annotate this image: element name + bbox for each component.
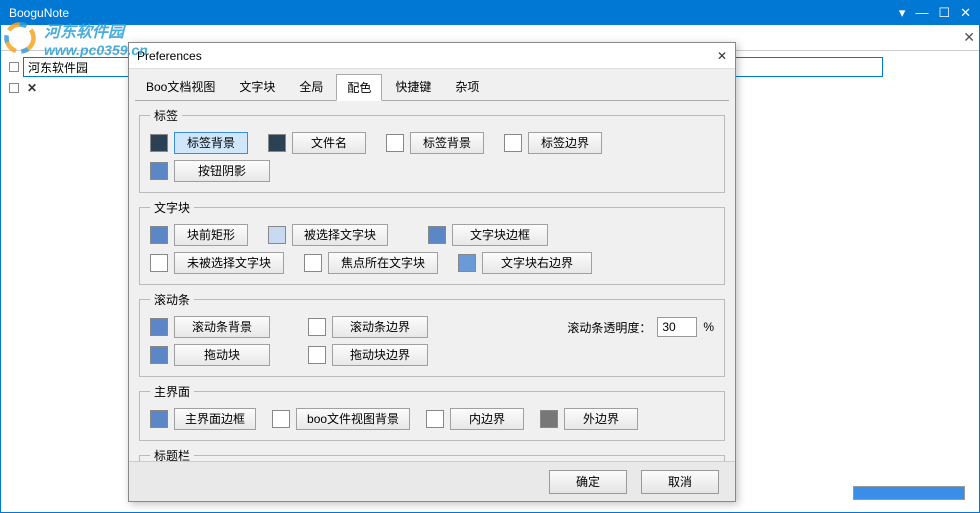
btn-rborder[interactable]: 文字块右边界	[482, 252, 592, 274]
swatch-scroll-border[interactable]	[308, 318, 326, 336]
btn-filename[interactable]: 文件名	[292, 132, 366, 154]
btn-boo-bg[interactable]: boo文件视图背景	[296, 408, 410, 430]
group-titlebar: 标题栏 标题栏文字 标题栏按钮	[139, 447, 725, 461]
preferences-dialog: Preferences ✕ Boo文档视图 文字块 全局 配色 快捷键 杂项 标…	[128, 42, 736, 502]
ok-button[interactable]: 确定	[549, 470, 627, 494]
btn-tb-border[interactable]: 文字块边框	[452, 224, 548, 246]
swatch-unselected[interactable]	[150, 254, 168, 272]
legend-tags: 标签	[150, 107, 182, 124]
legend-textblock: 文字块	[150, 199, 194, 216]
label-scroll-opacity: 滚动条透明度：	[567, 319, 651, 336]
swatch-btn-shadow[interactable]	[150, 162, 168, 180]
btn-focus[interactable]: 焦点所在文字块	[328, 252, 438, 274]
btn-unselected[interactable]: 未被选择文字块	[174, 252, 284, 274]
dialog-footer: 确定 取消	[129, 461, 735, 501]
input-scroll-opacity[interactable]	[657, 317, 697, 337]
swatch-inner[interactable]	[426, 410, 444, 428]
btn-tag-bg[interactable]: 标签背景	[174, 132, 248, 154]
tab-shortcuts[interactable]: 快捷键	[384, 73, 442, 100]
dropdown-icon[interactable]: ▾	[899, 5, 906, 21]
main-title: BooguNote	[9, 6, 69, 20]
btn-scroll-border[interactable]: 滚动条边界	[332, 316, 428, 338]
swatch-rborder[interactable]	[458, 254, 476, 272]
btn-prerect[interactable]: 块前矩形	[174, 224, 248, 246]
legend-titlebar: 标题栏	[150, 447, 194, 461]
tab-close-icon[interactable]: ✕	[963, 29, 975, 46]
minimize-icon[interactable]: —	[915, 5, 928, 21]
group-tags: 标签 标签背景 文件名 标签背景 标签边界 按钮阴影	[139, 107, 725, 193]
tab-color-scheme[interactable]: 配色	[336, 74, 382, 101]
checkbox[interactable]	[9, 83, 19, 93]
progress-bar	[853, 486, 965, 500]
maximize-icon[interactable]: ☐	[938, 5, 950, 21]
group-textblock: 文字块 块前矩形 被选择文字块 文字块边框 未被选择文字块 焦点所在文字块 文字…	[139, 199, 725, 285]
swatch-outer[interactable]	[540, 410, 558, 428]
swatch-tb-border[interactable]	[428, 226, 446, 244]
dialog-titlebar: Preferences ✕	[129, 43, 735, 69]
swatch-prerect[interactable]	[150, 226, 168, 244]
btn-thumb-border[interactable]: 拖动块边界	[332, 344, 428, 366]
tab-boo-doc-view[interactable]: Boo文档视图	[135, 73, 226, 100]
btn-outer[interactable]: 外边界	[564, 408, 638, 430]
swatch-selected[interactable]	[268, 226, 286, 244]
btn-tag-bg2[interactable]: 标签背景	[410, 132, 484, 154]
swatch-scroll-bg[interactable]	[150, 318, 168, 336]
dialog-close-icon[interactable]: ✕	[717, 49, 727, 63]
btn-thumb[interactable]: 拖动块	[174, 344, 270, 366]
swatch-focus[interactable]	[304, 254, 322, 272]
legend-main: 主界面	[150, 383, 194, 400]
checkbox[interactable]	[9, 62, 19, 72]
swatch-tag-bg2[interactable]	[386, 134, 404, 152]
group-scroll: 滚动条 滚动条背景 滚动条边界 滚动条透明度： % 拖动块 拖动块边界	[139, 291, 725, 377]
swatch-main-border[interactable]	[150, 410, 168, 428]
tab-misc[interactable]: 杂项	[444, 73, 490, 100]
close-icon[interactable]: ✕	[960, 5, 971, 21]
btn-scroll-bg[interactable]: 滚动条背景	[174, 316, 270, 338]
window-controls: ▾ — ☐ ✕	[899, 5, 971, 21]
swatch-tag-bg[interactable]	[150, 134, 168, 152]
legend-scroll: 滚动条	[150, 291, 194, 308]
dialog-tabs: Boo文档视图 文字块 全局 配色 快捷键 杂项	[129, 69, 735, 100]
swatch-tag-border[interactable]	[504, 134, 522, 152]
btn-main-border[interactable]: 主界面边框	[174, 408, 256, 430]
tab-global[interactable]: 全局	[288, 73, 334, 100]
dialog-body: 标签 标签背景 文件名 标签背景 标签边界 按钮阴影 文字块	[129, 101, 735, 461]
tab-text-block[interactable]: 文字块	[228, 73, 286, 100]
cancel-button[interactable]: 取消	[641, 470, 719, 494]
group-maininterface: 主界面 主界面边框 boo文件视图背景 内边界 外边界	[139, 383, 725, 441]
swatch-boo-bg[interactable]	[272, 410, 290, 428]
btn-tag-border[interactable]: 标签边界	[528, 132, 602, 154]
main-titlebar: BooguNote ▾ — ☐ ✕	[1, 1, 979, 25]
progress-fill	[854, 487, 964, 499]
btn-shadow[interactable]: 按钮阴影	[174, 160, 270, 182]
btn-inner[interactable]: 内边界	[450, 408, 524, 430]
dialog-title-text: Preferences	[137, 49, 202, 63]
swatch-thumb[interactable]	[150, 346, 168, 364]
btn-selected[interactable]: 被选择文字块	[292, 224, 388, 246]
swatch-filename[interactable]	[268, 134, 286, 152]
item-close-icon[interactable]: ✕	[27, 81, 37, 95]
swatch-thumb-border[interactable]	[308, 346, 326, 364]
label-percent: %	[703, 320, 714, 334]
